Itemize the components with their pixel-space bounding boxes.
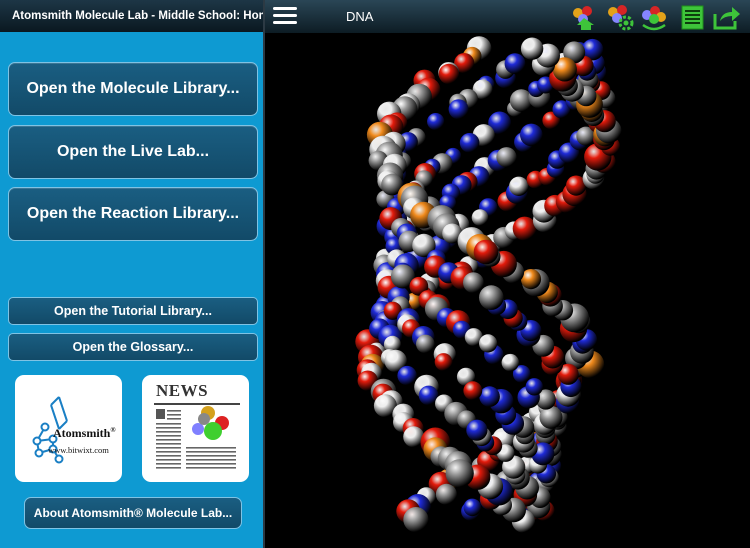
about-button[interactable]: About Atomsmith® Molecule Lab... — [24, 497, 242, 529]
share-icon[interactable] — [712, 3, 742, 31]
sidebar: Atomsmith Molecule Lab - Middle School: … — [0, 0, 263, 548]
atom — [448, 99, 469, 120]
atom — [438, 63, 460, 85]
atom — [496, 147, 517, 168]
newspaper-icon — [154, 403, 240, 469]
atomsmith-wordmark: Atomsmith® — [53, 426, 116, 440]
atom — [504, 53, 526, 74]
atom — [479, 386, 500, 407]
atom — [397, 365, 417, 386]
atom — [445, 459, 474, 488]
molecule-title: DNA — [346, 9, 374, 24]
open-live-lab-button[interactable]: Open the Live Lab... — [8, 125, 258, 179]
atom — [520, 123, 543, 147]
atom — [463, 498, 482, 517]
open-reaction-library-button[interactable]: Open the Reaction Library... — [8, 187, 258, 241]
atom — [466, 419, 488, 441]
atom — [463, 272, 484, 293]
atom — [459, 133, 480, 153]
molecule-viewer[interactable] — [265, 33, 750, 548]
atom — [525, 378, 543, 396]
atom — [463, 381, 483, 401]
atom — [501, 353, 519, 372]
atom — [479, 285, 504, 310]
viewer-toolbar: DNA — [265, 0, 750, 33]
molecule-home-icon[interactable] — [569, 3, 599, 31]
atomsmith-tile[interactable]: Atomsmith® www.bitwixt.com — [15, 375, 122, 482]
news-tile[interactable]: NEWS — [142, 375, 249, 482]
document-list-icon[interactable] — [677, 3, 707, 31]
dna-molecule-model[interactable] — [265, 33, 750, 548]
molecule-settings-icon[interactable] — [604, 3, 634, 31]
atom — [471, 209, 489, 226]
atom — [473, 239, 499, 265]
molecule-refresh-icon[interactable] — [639, 3, 669, 31]
atom — [434, 353, 453, 371]
atom — [427, 113, 445, 131]
atom — [416, 334, 435, 354]
atom — [509, 176, 529, 196]
atom — [520, 37, 544, 60]
open-tutorial-library-button[interactable]: Open the Tutorial Library... — [8, 297, 258, 325]
atom — [403, 507, 429, 533]
atomsmith-url: www.bitwixt.com — [48, 445, 109, 455]
sidebar-title: Atomsmith Molecule Lab - Middle School: … — [0, 0, 263, 32]
menu-icon[interactable] — [273, 7, 297, 25]
open-molecule-library-button[interactable]: Open the Molecule Library... — [8, 62, 258, 116]
open-glossary-button[interactable]: Open the Glossary... — [8, 333, 258, 361]
atom — [435, 483, 457, 505]
atom — [539, 405, 563, 429]
atom — [479, 334, 498, 353]
